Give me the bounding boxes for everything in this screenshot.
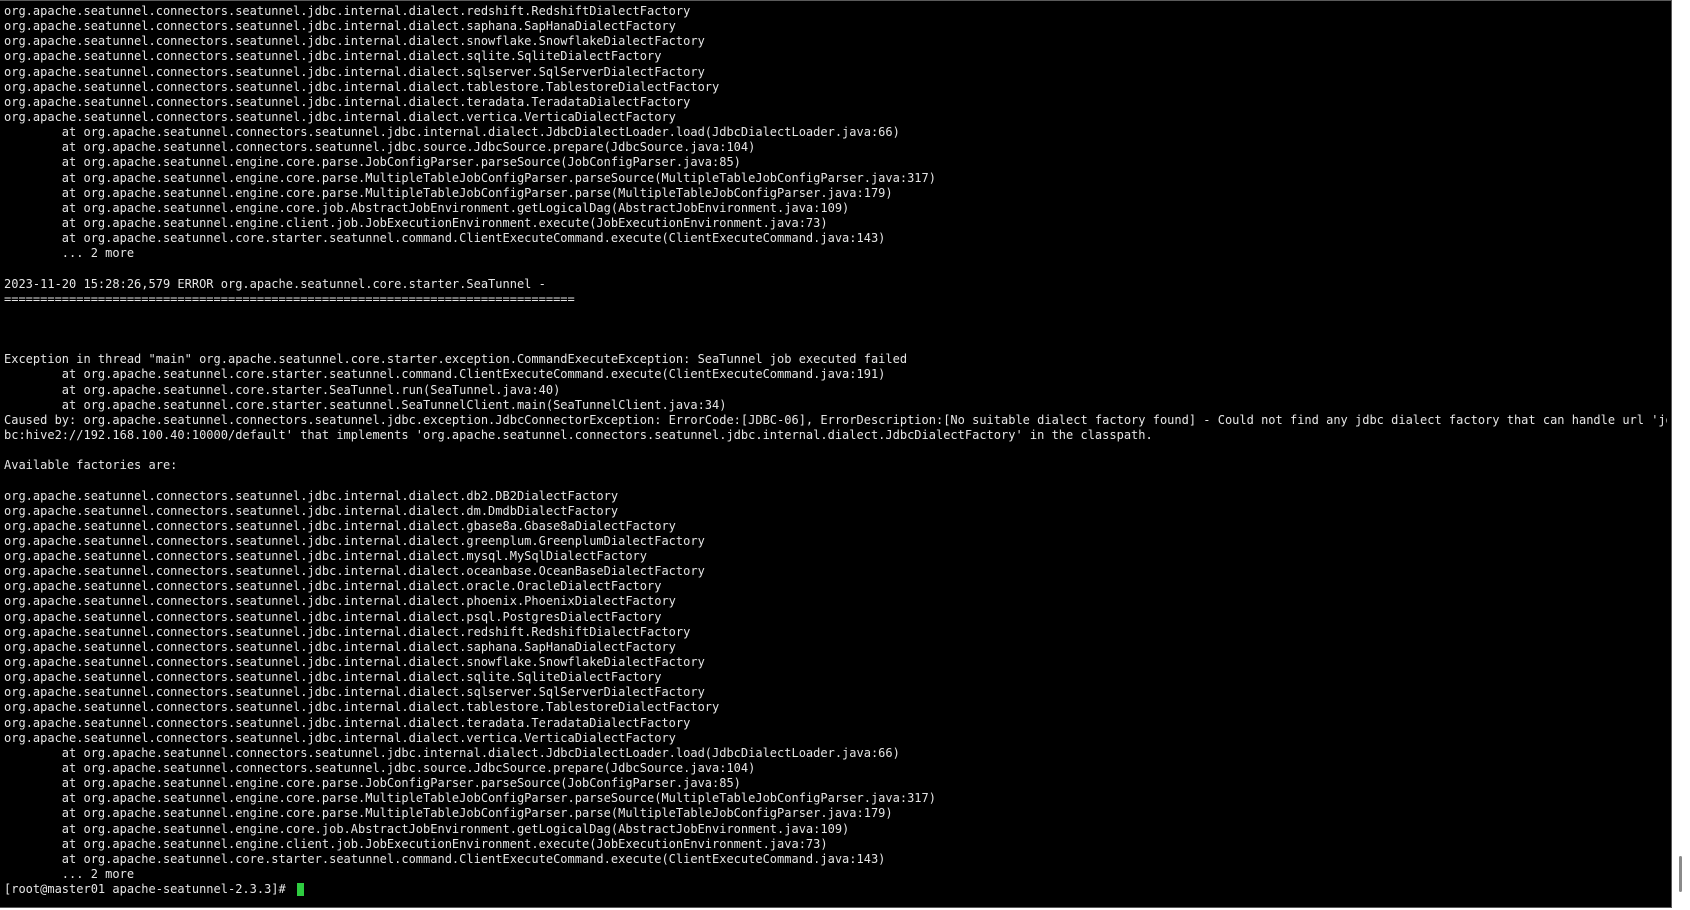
terminal-line: org.apache.seatunnel.connectors.seatunne… [4, 655, 705, 670]
terminal-line: org.apache.seatunnel.connectors.seatunne… [4, 4, 691, 18]
scrollbar-thumb[interactable] [1679, 856, 1682, 892]
terminal-line: org.apache.seatunnel.connectors.seatunne… [4, 594, 676, 609]
terminal-line: bc:hive2://192.168.100.40:10000/default'… [4, 427, 1153, 442]
terminal-line: at org.apache.seatunnel.engine.core.pars… [4, 791, 936, 806]
terminal-line: org.apache.seatunnel.connectors.seatunne… [4, 730, 676, 745]
terminal-line: org.apache.seatunnel.connectors.seatunne… [4, 549, 647, 564]
terminal-line: org.apache.seatunnel.connectors.seatunne… [4, 624, 691, 639]
terminal-line: org.apache.seatunnel.connectors.seatunne… [4, 488, 619, 503]
terminal-line: org.apache.seatunnel.connectors.seatunne… [4, 533, 705, 548]
terminal-line: at org.apache.seatunnel.engine.client.jo… [4, 215, 828, 230]
terminal-line: org.apache.seatunnel.connectors.seatunne… [4, 49, 662, 64]
terminal-line: org.apache.seatunnel.connectors.seatunne… [4, 639, 676, 654]
terminal-line: at org.apache.seatunnel.core.starter.sea… [4, 367, 886, 382]
terminal-line: ... 2 more [4, 246, 135, 261]
terminal-line: org.apache.seatunnel.connectors.seatunne… [4, 109, 676, 124]
terminal-line: ... 2 more [4, 867, 135, 882]
terminal-line: at org.apache.seatunnel.core.starter.sea… [4, 397, 727, 412]
terminal-line: org.apache.seatunnel.connectors.seatunne… [4, 518, 676, 533]
terminal-line: at org.apache.seatunnel.core.starter.sea… [4, 851, 886, 866]
vertical-scrollbar[interactable] [1672, 0, 1690, 910]
terminal-line: at org.apache.seatunnel.connectors.seatu… [4, 125, 900, 140]
terminal-line: at org.apache.seatunnel.engine.core.pars… [4, 806, 893, 821]
terminal-line: at org.apache.seatunnel.engine.core.pars… [4, 776, 741, 791]
terminal-line: Available factories are: [4, 458, 178, 473]
terminal-line: org.apache.seatunnel.connectors.seatunne… [4, 700, 720, 715]
terminal-line: at org.apache.seatunnel.core.starter.Sea… [4, 382, 561, 397]
terminal-line: org.apache.seatunnel.connectors.seatunne… [4, 19, 676, 34]
terminal-line: org.apache.seatunnel.connectors.seatunne… [4, 64, 705, 79]
terminal-line: Caused by: org.apache.seatunnel.connecto… [4, 412, 1667, 427]
terminal-line: org.apache.seatunnel.connectors.seatunne… [4, 670, 662, 685]
terminal-output: org.apache.seatunnel.connectors.seatunne… [4, 4, 1667, 907]
terminal-line: Exception in thread "main" org.apache.se… [4, 352, 908, 367]
shell-prompt-line[interactable]: [root@master01 apache-seatunnel-2.3.3]# [4, 882, 1667, 897]
terminal-line: at org.apache.seatunnel.engine.core.job.… [4, 200, 850, 215]
terminal-screen[interactable]: org.apache.seatunnel.connectors.seatunne… [0, 0, 1672, 908]
terminal-line: org.apache.seatunnel.connectors.seatunne… [4, 94, 691, 109]
terminal-line: at org.apache.seatunnel.connectors.seatu… [4, 140, 756, 155]
terminal-window: org.apache.seatunnel.connectors.seatunne… [0, 0, 1690, 910]
terminal-line: at org.apache.seatunnel.core.starter.sea… [4, 231, 886, 246]
terminal-line: 2023-11-20 15:28:26,579 ERROR org.apache… [4, 276, 546, 291]
terminal-line: org.apache.seatunnel.connectors.seatunne… [4, 715, 691, 730]
terminal-line: org.apache.seatunnel.connectors.seatunne… [4, 503, 619, 518]
terminal-line: org.apache.seatunnel.connectors.seatunne… [4, 79, 720, 94]
terminal-line: at org.apache.seatunnel.connectors.seatu… [4, 761, 756, 776]
terminal-line: at org.apache.seatunnel.engine.core.pars… [4, 185, 893, 200]
terminal-line: at org.apache.seatunnel.engine.client.jo… [4, 836, 828, 851]
terminal-line: ========================================… [4, 291, 575, 306]
terminal-line: at org.apache.seatunnel.connectors.seatu… [4, 745, 900, 760]
terminal-line: at org.apache.seatunnel.engine.core.pars… [4, 155, 741, 170]
terminal-line: at org.apache.seatunnel.engine.core.pars… [4, 170, 936, 185]
terminal-line: org.apache.seatunnel.connectors.seatunne… [4, 579, 662, 594]
terminal-line: org.apache.seatunnel.connectors.seatunne… [4, 685, 705, 700]
text-cursor [296, 883, 304, 897]
terminal-line: at org.apache.seatunnel.engine.core.job.… [4, 821, 850, 836]
terminal-line: org.apache.seatunnel.connectors.seatunne… [4, 564, 705, 579]
terminal-line: org.apache.seatunnel.connectors.seatunne… [4, 34, 705, 49]
terminal-line: org.apache.seatunnel.connectors.seatunne… [4, 609, 662, 624]
shell-prompt: [root@master01 apache-seatunnel-2.3.3]# [4, 882, 293, 897]
